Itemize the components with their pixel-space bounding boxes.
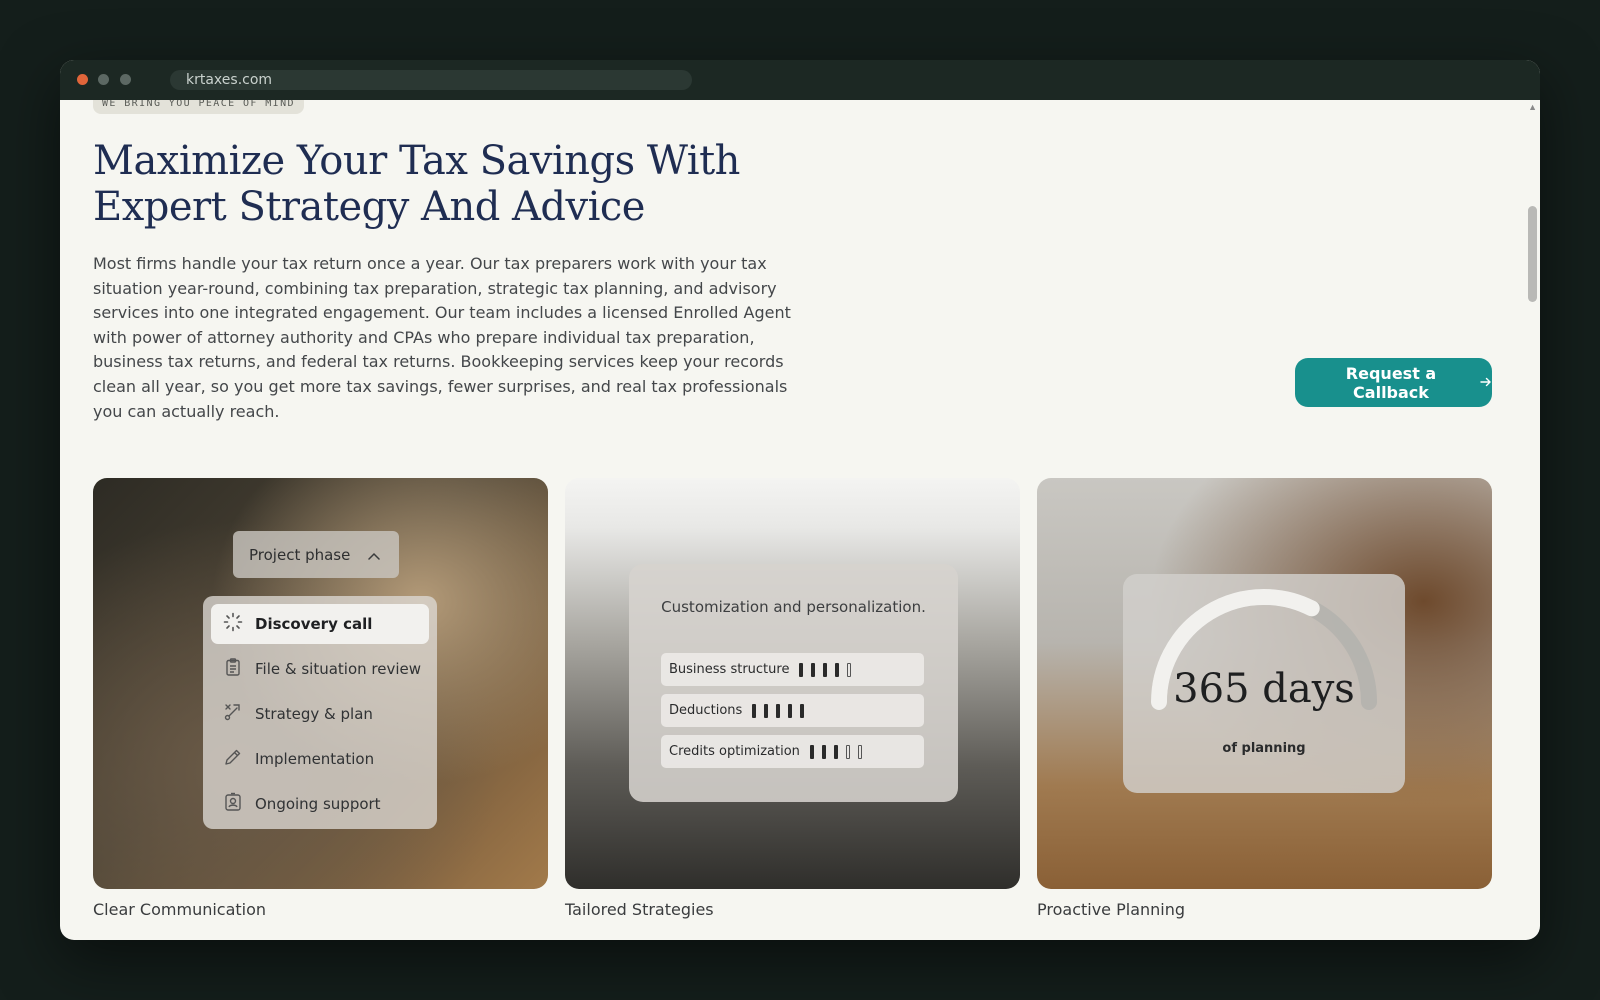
rating-bar-filled (776, 703, 781, 718)
phase-item-strategy-plan[interactable]: Strategy & plan (211, 694, 429, 734)
proactive-planning-card: 365 days of planning (1037, 478, 1492, 889)
phase-item-label: Ongoing support (255, 795, 381, 813)
eyebrow-badge: WE BRING YOU PEACE OF MIND (93, 100, 304, 114)
rating-bar-filled (800, 703, 805, 718)
maximize-window-button[interactable] (120, 74, 131, 85)
planning-panel: 365 days of planning (1123, 574, 1405, 793)
page-scrollbar[interactable]: ▲ (1524, 100, 1540, 940)
browser-titlebar: krtaxes.com (60, 60, 1540, 100)
browser-window: krtaxes.com WE BRING YOU PEACE OF MIND M… (60, 60, 1540, 940)
metric-business-structure: Business structure (661, 653, 924, 686)
metric-label: Credits optimization (669, 744, 800, 759)
chevron-up-icon (368, 546, 381, 564)
rating-bar-filled (823, 662, 828, 677)
rating-bar-empty (845, 744, 850, 759)
rating-bar-filled (799, 662, 804, 677)
rating-bars (752, 703, 805, 718)
rating-bar-filled (809, 744, 814, 759)
phase-item-file-review[interactable]: File & situation review (211, 649, 429, 689)
scrollbar-thumb[interactable] (1528, 206, 1537, 302)
phase-item-label: File & situation review (255, 660, 422, 678)
phase-item-label: Strategy & plan (255, 705, 373, 723)
phase-item-label: Implementation (255, 750, 375, 768)
rating-bars (809, 744, 862, 759)
phase-item-discovery-call[interactable]: Discovery call (211, 604, 429, 644)
card-caption-proactive-planning: Proactive Planning (1037, 900, 1186, 919)
rating-bar-empty (847, 662, 852, 677)
rating-bar-filled (821, 744, 826, 759)
hero-description: Most firms handle your tax return once a… (93, 254, 791, 421)
hero-title: Maximize Your Tax Savings With Expert St… (93, 138, 793, 230)
page-content: WE BRING YOU PEACE OF MIND Maximize Your… (60, 100, 1540, 940)
request-callback-label: Request a Callback (1345, 363, 1437, 402)
hero-title-line2: Expert Strategy And Advice (93, 184, 645, 230)
metric-label: Deductions (669, 703, 743, 718)
metric-credits-optimization: Credits optimization (661, 735, 924, 768)
rating-bars (799, 662, 852, 677)
rating-bar-filled (835, 662, 840, 677)
project-phase-menu: Discovery call File & situation review S… (203, 596, 437, 829)
project-phase-toggle[interactable]: Project phase (233, 531, 399, 578)
rating-bar-filled (764, 703, 769, 718)
route-icon (223, 702, 243, 726)
scroll-up-arrow-icon[interactable]: ▲ (1528, 102, 1537, 112)
card-caption-tailored-strategies: Tailored Strategies (565, 900, 714, 919)
clipboard-icon (223, 657, 243, 681)
hero-title-line1: Maximize Your Tax Savings With (93, 138, 740, 184)
spinner-icon (223, 612, 243, 636)
rating-bar-empty (857, 744, 862, 759)
close-window-button[interactable] (77, 74, 88, 85)
phase-item-label: Discovery call (255, 615, 373, 633)
arrow-right-icon (1480, 374, 1492, 392)
tailored-strategies-card: Customization and personalization. Busin… (565, 478, 1020, 889)
address-bar[interactable]: krtaxes.com (170, 70, 692, 90)
card-caption-clear-communication: Clear Communication (93, 900, 267, 919)
phase-item-implementation[interactable]: Implementation (211, 739, 429, 779)
rating-bar-filled (788, 703, 793, 718)
planning-days-value: 365 days (1173, 666, 1355, 712)
clear-communication-card: Project phase Discovery call File & situ… (93, 478, 548, 889)
request-callback-button[interactable]: Request a Callback (1295, 358, 1492, 407)
minimize-window-button[interactable] (98, 74, 109, 85)
customization-title: Customization and personalization. (661, 598, 926, 616)
pencil-icon (223, 747, 243, 771)
rating-bar-filled (752, 703, 757, 718)
project-phase-label: Project phase (249, 545, 351, 564)
phase-item-ongoing-support[interactable]: Ongoing support (211, 784, 429, 824)
customization-panel: Customization and personalization. Busin… (629, 564, 958, 802)
rating-bar-filled (833, 744, 838, 759)
metric-label: Business structure (669, 662, 790, 677)
metric-deductions: Deductions (661, 694, 924, 727)
support-icon (223, 792, 243, 816)
planning-label: of planning (1222, 741, 1306, 756)
rating-bar-filled (811, 662, 816, 677)
